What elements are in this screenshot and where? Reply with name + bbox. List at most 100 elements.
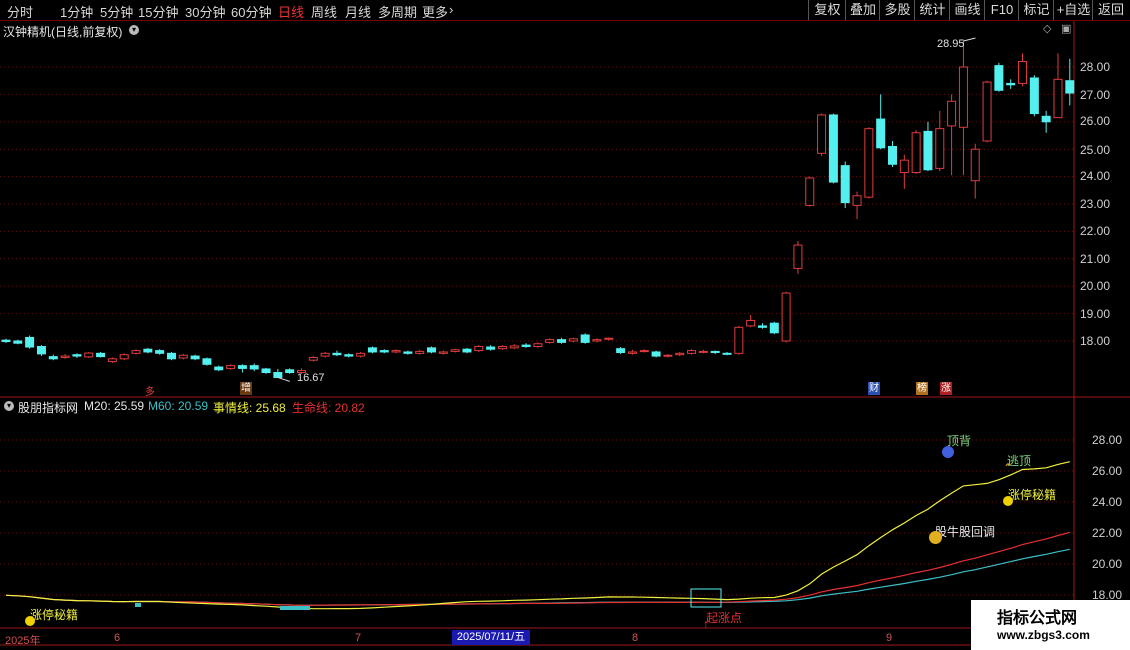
candle-body (427, 347, 437, 353)
shengming-value: 生命线: 20.82 (292, 401, 365, 415)
y-tick: 27.00 (1080, 88, 1111, 102)
ind-y-tick: 26.00 (1092, 464, 1123, 478)
candle-body (119, 354, 129, 360)
candle-body (757, 325, 767, 328)
candle-body (663, 354, 673, 357)
ind-y-tick: 22.00 (1092, 526, 1123, 540)
ind-y-tick: 20.00 (1092, 557, 1123, 571)
red-arrow-up-icon: ↑ (703, 617, 709, 631)
candle-body (60, 355, 70, 358)
event-tag-duo[interactable]: 多 (145, 383, 155, 398)
candle-body (521, 344, 531, 347)
candle-body (344, 354, 354, 357)
candle-body (698, 350, 708, 353)
candle-body (970, 148, 980, 182)
y-tick: 22.00 (1080, 224, 1111, 238)
title-dropdown-icon[interactable]: ▾ (129, 25, 139, 35)
arrow-up-icon: ⌃ (1003, 461, 1014, 475)
yellow-dot-icon (1003, 496, 1013, 506)
sad-face-icon (942, 446, 954, 458)
m60-value: M60: 20.59 (148, 399, 209, 413)
candle-body (202, 358, 212, 365)
x-label-month: 8 (632, 632, 639, 644)
candle-body (107, 358, 117, 363)
m20-value: M20: 25.59 (84, 399, 145, 413)
candle-body (817, 114, 827, 154)
watermark-url: www.zbgs3.com (997, 628, 1090, 642)
candle-body (379, 350, 389, 353)
candle-body (308, 356, 318, 361)
shiqing-line (5, 461, 1070, 610)
yellow-dot-icon (25, 616, 35, 626)
signal-zhangting-right-label: 涨停秘籍 (1008, 488, 1057, 502)
ind-y-tick: 24.00 (1092, 495, 1123, 509)
y-tick: 21.00 (1080, 252, 1111, 266)
candle-body (793, 244, 803, 269)
event-badge-bang[interactable]: 榜 (916, 382, 928, 395)
candle-body (982, 81, 992, 142)
candle-body (356, 352, 366, 357)
candle-body (166, 352, 176, 360)
candle-body (285, 369, 295, 374)
candle-body (474, 345, 484, 352)
candle-body (639, 350, 649, 353)
y-tick: 24.00 (1080, 169, 1111, 183)
candle-body (722, 352, 732, 355)
candle-body (226, 365, 236, 369)
candle-body (911, 132, 921, 173)
candle-body (710, 350, 720, 354)
candle-body (616, 348, 626, 354)
candlestick-series (1, 37, 1075, 382)
candle-body (627, 351, 637, 354)
candle-body (131, 350, 141, 354)
high-pointer (963, 37, 976, 42)
x-label-month: 9 (886, 632, 893, 644)
y-tick: 19.00 (1080, 307, 1111, 321)
signal-niugu-label: 股牛股回调 (935, 525, 996, 539)
candle-body (320, 352, 330, 357)
candle-body (96, 352, 106, 358)
candle-body (1029, 77, 1039, 115)
candle-body (1006, 82, 1016, 86)
watermark-title: 指标公式网 (997, 610, 1078, 627)
panel-toggle-icon[interactable]: ▣ (1061, 22, 1071, 35)
diamond-icon[interactable]: ◇ (1043, 22, 1051, 35)
candle-body (1041, 115, 1051, 123)
candle-body (1065, 80, 1075, 94)
low-price-label: 16.67 (297, 372, 325, 384)
candle-body (864, 128, 874, 198)
candle-body (994, 65, 1004, 91)
smile-face-icon (929, 531, 942, 544)
signal-zhangting-left-label: 涨停秘籍 (30, 608, 79, 622)
candle-body (557, 339, 567, 343)
candle-body (888, 145, 897, 165)
candle-body (237, 365, 247, 369)
y-tick: 23.00 (1080, 197, 1111, 211)
event-tag-zeng[interactable]: 增 (240, 382, 252, 395)
indicator-dropdown-icon[interactable]: ▾ (4, 401, 14, 411)
candle-body (876, 118, 886, 149)
candle-body (935, 128, 945, 169)
candle-body (533, 343, 543, 347)
candle-body (899, 159, 909, 173)
candle-body (923, 130, 933, 171)
y-tick: 20.00 (1080, 279, 1111, 293)
chart-canvas[interactable] (0, 0, 1130, 650)
m60-line (5, 548, 1070, 606)
candle-body (249, 365, 259, 370)
event-badge-cai[interactable]: 财 (868, 382, 880, 395)
candle-body (509, 345, 519, 349)
candle-body (568, 338, 578, 342)
candle-body (486, 346, 496, 350)
candle-body (261, 368, 271, 374)
candle-body (13, 340, 23, 344)
candle-body (450, 349, 460, 352)
candle-body (781, 292, 791, 342)
candle-body (687, 350, 697, 354)
watermark-logo: 指标公式网 www.zbgs3.com (971, 600, 1130, 650)
event-badge-zhang[interactable]: 涨 (940, 382, 952, 395)
candle-body (1018, 61, 1028, 84)
candle-body (1, 339, 11, 343)
candle-body (746, 319, 756, 327)
cursor-date-box: 2025/07/11/五 (452, 630, 530, 645)
